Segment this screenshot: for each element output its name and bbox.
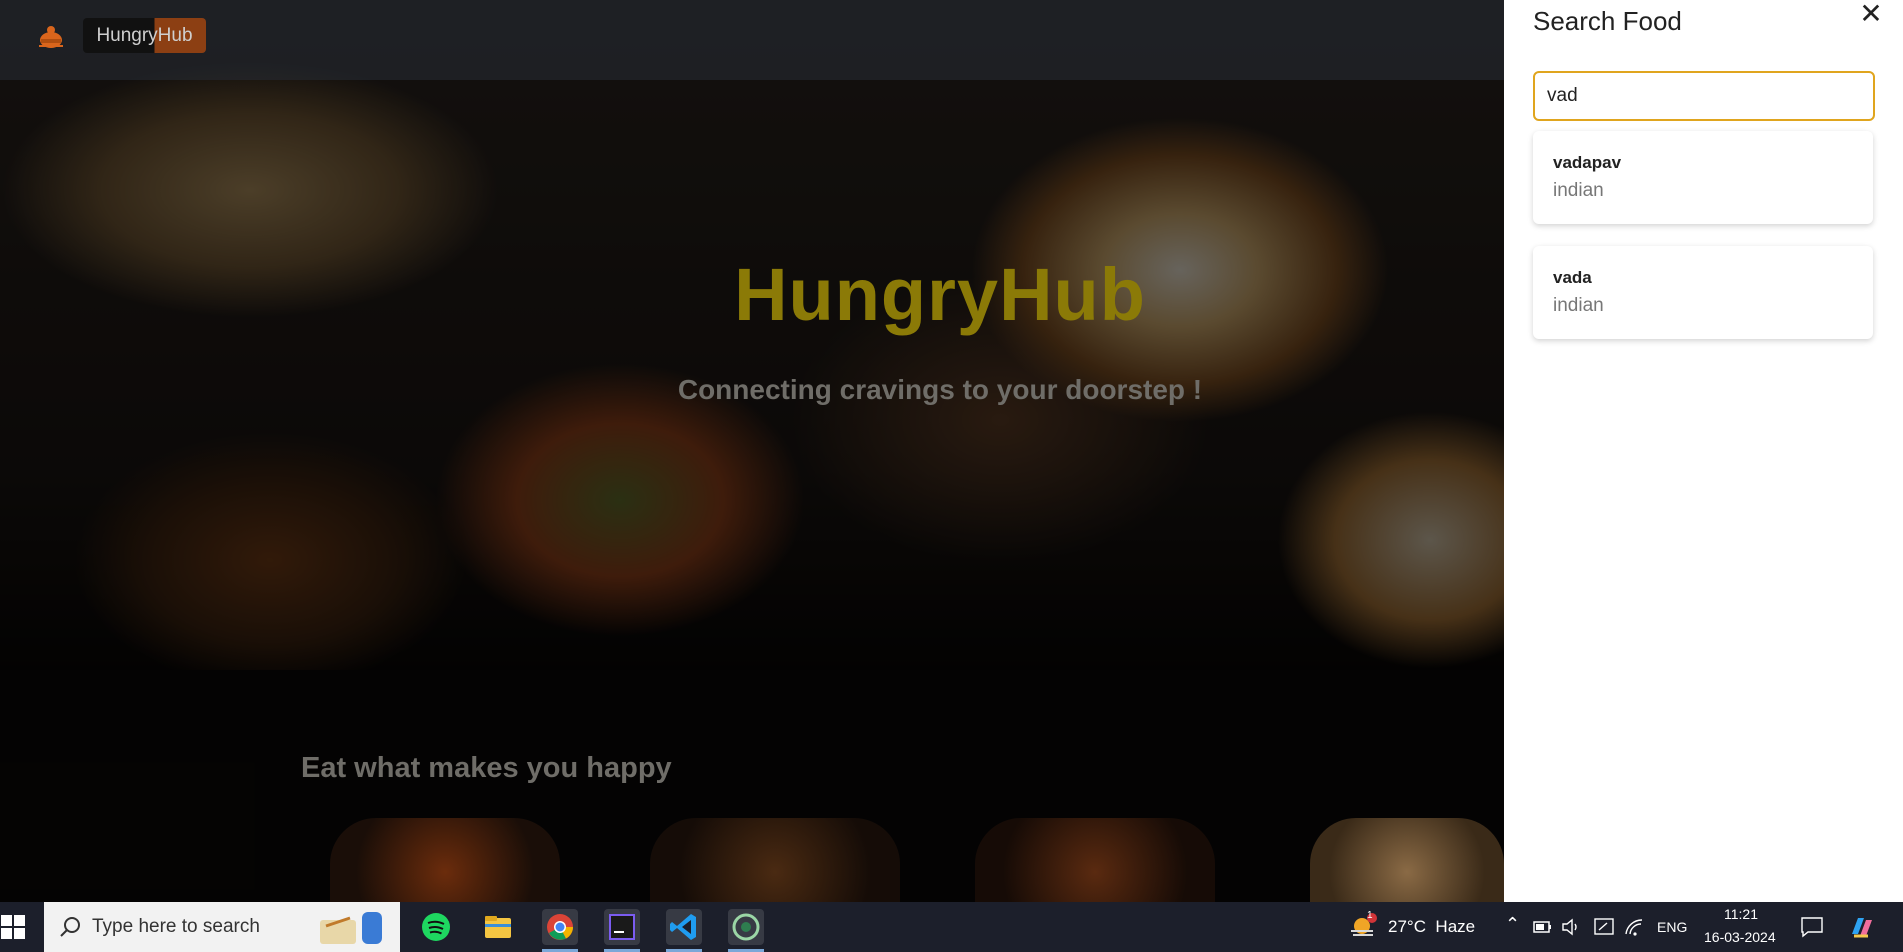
search-highlight-icon — [320, 912, 382, 944]
drawer-title: Search Food — [1533, 6, 1682, 36]
chef-logo-icon[interactable] — [36, 24, 66, 50]
category-thumb[interactable] — [650, 818, 900, 902]
windows-taskbar: Type here to search 1 27°C Haze ⌃ ENG 11… — [0, 902, 1903, 952]
category-thumb[interactable] — [1310, 818, 1504, 902]
search-result-item[interactable]: vadapav indian — [1533, 131, 1873, 224]
language-indicator[interactable]: ENG — [1657, 919, 1687, 935]
weather-haze-icon[interactable] — [1348, 912, 1378, 942]
search-input[interactable] — [1533, 71, 1875, 121]
spotify-icon[interactable] — [418, 909, 454, 945]
search-result-item[interactable]: vada indian — [1533, 246, 1873, 339]
notification-icon[interactable] — [1800, 916, 1824, 938]
clock-date[interactable]: 16-03-2024 — [1704, 929, 1776, 945]
copilot-icon[interactable] — [1848, 914, 1876, 940]
taskbar-search-box[interactable]: Type here to search — [44, 902, 400, 952]
battery-icon[interactable] — [1533, 918, 1553, 936]
result-name: vadapav — [1553, 153, 1622, 172]
app-circle-icon[interactable] — [728, 909, 764, 952]
close-icon[interactable]: ✕ — [1856, 0, 1886, 28]
home-page: HungryHub HungryHub Connecting cravings … — [0, 0, 1504, 902]
navbar: HungryHub — [0, 0, 1504, 80]
hero-overlay — [0, 0, 1504, 902]
search-drawer: Search Food ✕ vadapav indian vada indian — [1504, 0, 1903, 902]
windows-start-icon[interactable] — [0, 914, 26, 940]
weather-badge: 1 — [1367, 910, 1373, 921]
nav-brand-button[interactable]: HungryHub — [83, 18, 206, 53]
category-thumb[interactable] — [975, 818, 1215, 902]
file-explorer-icon[interactable] — [480, 909, 516, 945]
result-cuisine: indian — [1553, 295, 1604, 316]
section-title: Eat what makes you happy — [301, 752, 672, 784]
result-name: vada — [1553, 268, 1592, 287]
category-thumbnails — [0, 818, 1504, 902]
result-cuisine: indian — [1553, 180, 1604, 201]
hero-subtitle: Connecting cravings to your doorstep ! — [677, 374, 1203, 405]
wifi-icon[interactable] — [1624, 917, 1646, 937]
jetbrains-icon[interactable] — [604, 909, 640, 952]
category-thumb[interactable] — [330, 818, 560, 902]
meet-now-icon[interactable] — [1593, 916, 1615, 938]
search-icon — [60, 917, 80, 937]
chevron-up-icon[interactable]: ⌃ — [1505, 914, 1520, 935]
weather-text[interactable]: 27°C Haze — [1388, 917, 1475, 937]
clock-time[interactable]: 11:21 — [1724, 906, 1758, 922]
taskbar-search-placeholder: Type here to search — [92, 916, 260, 937]
vscode-icon[interactable] — [666, 909, 702, 952]
volume-icon[interactable] — [1561, 917, 1581, 937]
hero-title: HungryHub — [734, 253, 1146, 336]
chrome-icon[interactable] — [542, 909, 578, 952]
